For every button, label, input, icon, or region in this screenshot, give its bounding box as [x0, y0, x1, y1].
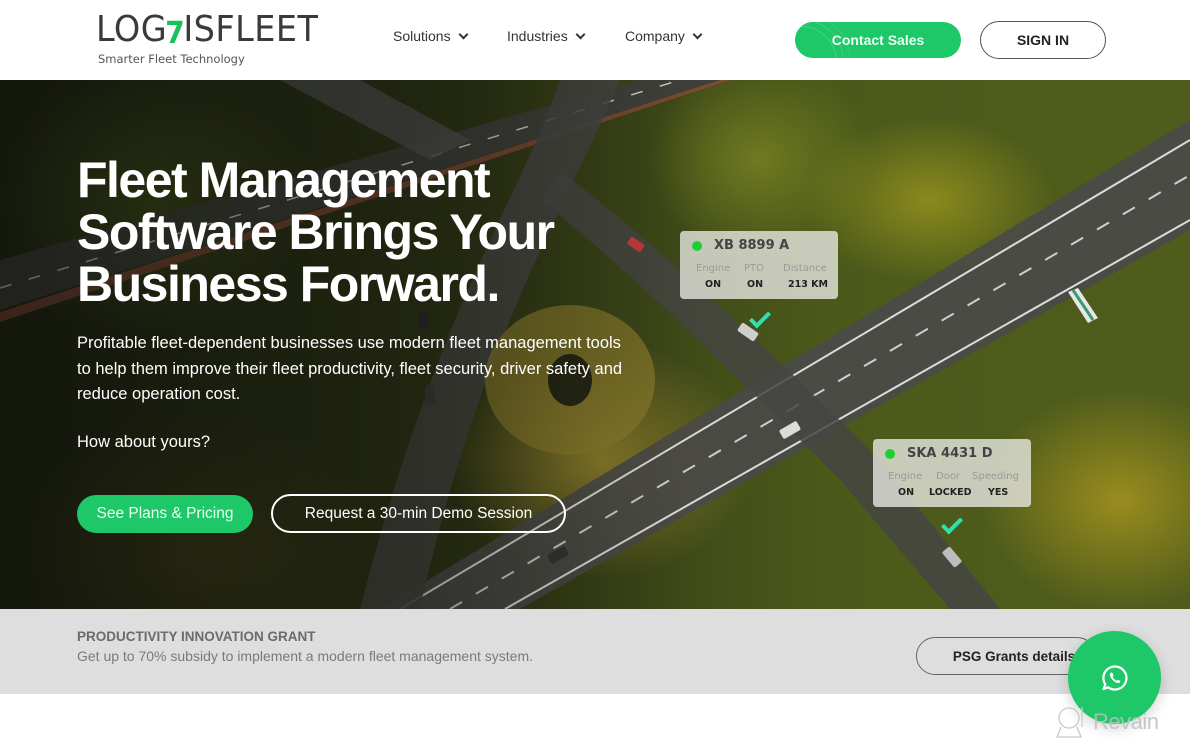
chevron-down-icon	[692, 29, 703, 39]
vehicle-plate: XB 8899 A	[714, 238, 790, 253]
hero-title-line: Fleet Management	[77, 152, 491, 208]
revain-logo-icon	[1056, 707, 1083, 738]
logo-tagline: Smarter Fleet Technology	[98, 52, 245, 66]
vehicle-status-card: SKA 4431 D Engine Door Speeding ON LOCKE…	[873, 439, 1031, 507]
grant-description: Get up to 70% subsidy to implement a mod…	[77, 648, 534, 664]
hero-title-line: Software Brings Your	[77, 204, 555, 260]
field-value: ON	[898, 487, 915, 498]
field-label: Door	[936, 471, 961, 482]
contact-sales-button[interactable]: Contact Sales	[795, 22, 961, 58]
logo-wordmark: LOG7ISFLEET	[96, 10, 318, 52]
field-label: Engine	[888, 471, 923, 482]
field-value: LOCKED	[929, 487, 972, 498]
status-dot-icon	[692, 241, 702, 251]
field-label: PTO	[744, 263, 765, 274]
vehicle-status-card: XB 8899 A Engine PTO Distance ON ON 213 …	[680, 231, 838, 299]
field-label: Speeding	[972, 471, 1019, 482]
see-plans-pricing-button[interactable]: See Plans & Pricing	[77, 495, 253, 533]
logo-text-end: ISFLEET	[183, 9, 319, 50]
logo[interactable]: LOG7ISFLEET Smarter Fleet Technology	[96, 10, 335, 67]
hero-question: How about yours?	[77, 433, 210, 451]
logo-text-start: LOG	[96, 9, 168, 50]
chevron-down-icon	[575, 29, 586, 39]
nav-company-label: Company	[625, 28, 685, 44]
status-dot-icon	[885, 449, 895, 459]
hero-description: Profitable fleet-dependent businesses us…	[77, 334, 623, 403]
hero-title: Fleet Management Software Brings Your Bu…	[77, 154, 637, 310]
whatsapp-icon	[1101, 664, 1128, 691]
sign-in-button[interactable]: SIGN IN	[980, 21, 1106, 59]
field-value: YES	[988, 487, 1009, 498]
hero-section: Fleet Management Software Brings Your Bu…	[0, 80, 1190, 609]
vehicle-plate: SKA 4431 D	[907, 446, 993, 461]
field-value: ON	[705, 279, 722, 290]
nav-company[interactable]: Company	[625, 28, 703, 44]
nav-industries[interactable]: Industries	[507, 28, 586, 44]
revain-watermark: Revain	[1055, 705, 1159, 739]
field-value: ON	[747, 279, 764, 290]
request-demo-button[interactable]: Request a 30-min Demo Session	[271, 494, 566, 533]
contact-sales-label: Contact Sales	[831, 32, 925, 48]
nav-solutions[interactable]: Solutions	[393, 28, 469, 44]
field-value: 213 KM	[788, 279, 828, 290]
road-sign-stripe	[1071, 289, 1095, 321]
site-header: LOG7ISFLEET Smarter Fleet Technology Sol…	[0, 0, 1190, 80]
nav-industries-label: Industries	[507, 28, 568, 44]
revain-text: Revain	[1093, 709, 1159, 734]
field-label: Distance	[783, 263, 827, 274]
field-label: Engine	[696, 263, 731, 274]
hero-title-line: Business Forward.	[77, 256, 500, 312]
grant-banner: PRODUCTIVITY INNOVATION GRANT Get up to …	[0, 609, 1190, 694]
logo-accent: 7	[165, 16, 186, 51]
nav-solutions-label: Solutions	[393, 28, 451, 44]
grant-title: PRODUCTIVITY INNOVATION GRANT	[77, 629, 316, 644]
chevron-down-icon	[458, 29, 469, 39]
